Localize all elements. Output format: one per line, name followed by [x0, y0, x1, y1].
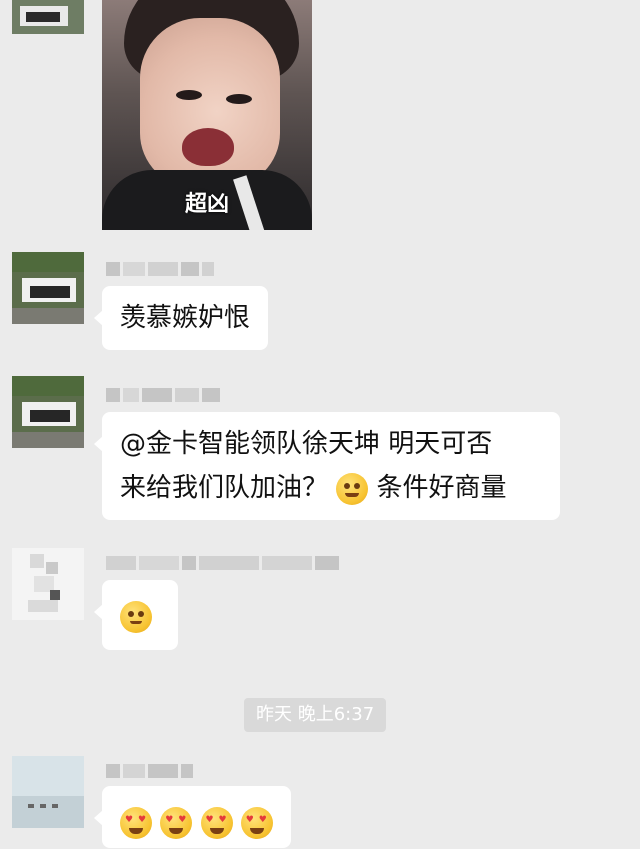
message-text-line-2: 来给我们队加油？: [120, 473, 329, 503]
heart-eyes-emoji-icon: ♥ ♥: [200, 806, 233, 839]
avatar[interactable]: [12, 548, 84, 620]
avatar[interactable]: [12, 0, 84, 34]
sticker-mouth: [182, 128, 234, 166]
thinking-emoji-icon: [120, 600, 152, 633]
message-bubble[interactable]: @金卡智能领队徐天坤 明天可否 来给我们队加油？ 条件好商量: [94, 412, 560, 520]
heart-eyes-emoji-icon: ♥ ♥: [120, 806, 152, 839]
message-text-line-3: 条件好商量: [376, 473, 507, 503]
sender-name-blurred: [106, 762, 193, 780]
avatar[interactable]: [12, 376, 84, 448]
avatar[interactable]: [12, 252, 84, 324]
message-bubble[interactable]: 羡慕嫉妒恨: [93, 286, 269, 350]
sender-name-blurred: [106, 260, 214, 278]
heart-eyes-emoji-icon: ♥ ♥: [240, 806, 273, 839]
sneaky-grin-emoji-icon: [336, 472, 369, 505]
sticker-caption: 超凶: [184, 192, 229, 217]
sender-name-blurred: [106, 554, 339, 572]
heart-eyes-emoji-icon: ♥ ♥: [160, 806, 193, 839]
message-text-line-1: @金卡智能领队徐天坤 明天可否: [120, 429, 493, 459]
timestamp: 昨天 晚上6:37: [244, 698, 387, 732]
sender-name-blurred: [106, 386, 220, 404]
avatar[interactable]: [12, 756, 84, 828]
message-bubble[interactable]: [94, 580, 178, 650]
sticker-image[interactable]: 超凶: [102, 0, 312, 230]
message-bubble[interactable]: ♥ ♥ ♥ ♥ ♥ ♥ ♥ ♥: [94, 786, 291, 848]
message-text: 羡慕嫉妒恨: [120, 303, 251, 333]
